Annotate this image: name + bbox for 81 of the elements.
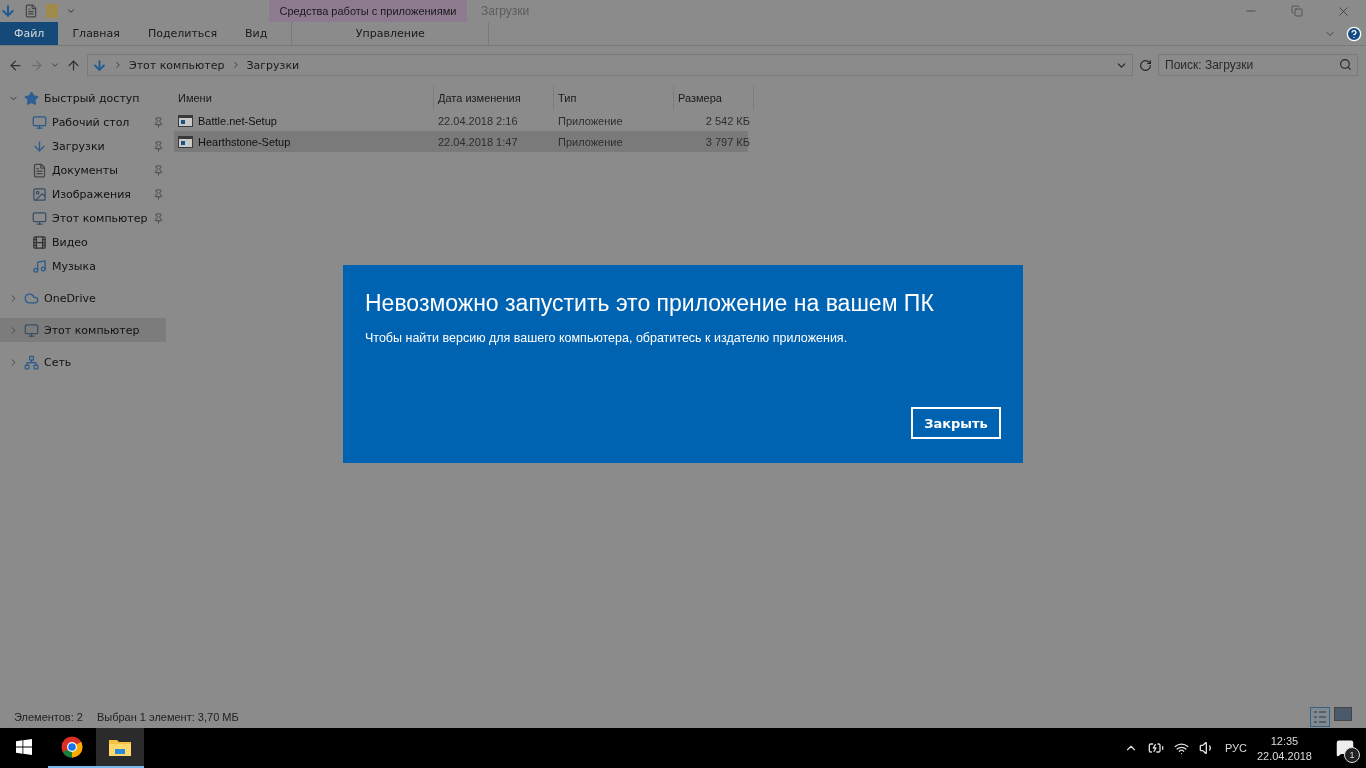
properties-icon[interactable]	[24, 4, 38, 18]
item-count: Элементов: 2	[14, 711, 83, 723]
nav-item[interactable]: Загрузки	[0, 134, 166, 158]
table-cell-text: 22.04.2018 2:16	[437, 113, 519, 129]
restore-icon[interactable]	[1291, 5, 1303, 17]
forward-icon[interactable]	[29, 57, 44, 73]
language-indicator[interactable]: РУС	[1224, 742, 1247, 754]
document-icon	[32, 162, 47, 178]
pin-icon	[153, 188, 164, 200]
column-header[interactable]: Дата изменения	[434, 86, 554, 110]
network-icon	[24, 354, 39, 370]
nav-item[interactable]: Документы	[0, 158, 166, 182]
download-icon	[32, 138, 47, 154]
file-name: Hearthstone-Setup	[198, 135, 291, 148]
file-tab[interactable]: Файл	[0, 22, 59, 45]
image-icon	[32, 186, 47, 202]
up-icon[interactable]	[66, 57, 81, 73]
download-icon	[92, 57, 107, 73]
selection-info: Выбран 1 элемент: 3,70 МБ	[96, 711, 239, 723]
context-group-label: Средства работы с приложениями	[279, 5, 457, 17]
browser-icon	[61, 736, 83, 758]
table-cell-text: 2 542 КБ	[704, 113, 751, 129]
file-row[interactable]: Hearthstone-Setup 22.04.2018 1:47 Приложение 3 797 КБ	[174, 131, 748, 152]
file-name: Battle.net-Setup	[198, 114, 277, 127]
monitor-icon	[24, 322, 39, 338]
pin-icon	[153, 140, 164, 152]
back-icon[interactable]	[8, 57, 23, 73]
breadcrumb[interactable]: Этот компьютер	[129, 58, 225, 72]
application-icon	[178, 135, 193, 148]
nav-item[interactable]: Быстрый доступ	[0, 86, 166, 110]
nav-item[interactable]: Рабочий стол	[0, 110, 166, 134]
ribbon-tab[interactable]: Поделиться	[133, 22, 232, 45]
monitor-icon	[32, 114, 47, 130]
nav-item[interactable]: Видео	[0, 230, 166, 254]
refresh-icon[interactable]	[1139, 58, 1152, 72]
ribbon-tab[interactable]: Главная	[58, 22, 134, 45]
application-icon	[178, 114, 193, 127]
nav-item[interactable]: Этот компьютер	[0, 318, 166, 342]
film-icon	[32, 234, 47, 250]
table-cell-text: Приложение	[557, 113, 624, 129]
taskbar-app[interactable]	[96, 728, 144, 768]
nav-item[interactable]: Музыка	[0, 254, 166, 278]
recent-locations-icon[interactable]	[50, 60, 60, 70]
address-field[interactable]: Этот компьютер Загрузки	[87, 54, 1133, 76]
column-header[interactable]: Тип	[554, 86, 674, 110]
breadcrumb[interactable]: Загрузки	[246, 58, 300, 72]
notification-count: 1	[1344, 747, 1360, 763]
column-header[interactable]: Имени	[174, 86, 434, 110]
nav-item[interactable]: Изображения	[0, 182, 166, 206]
close-dialog-button[interactable]: Закрыть	[911, 407, 1001, 439]
customize-toolbar-icon[interactable]	[66, 6, 76, 16]
star-icon	[24, 90, 39, 106]
pin-icon	[153, 116, 164, 128]
monitor-icon	[32, 210, 47, 226]
wifi-icon[interactable]	[1173, 740, 1189, 756]
start-icon[interactable]	[16, 739, 32, 755]
search-field[interactable]: Поиск: Загрузки	[1158, 54, 1358, 76]
battery-icon[interactable]	[1147, 740, 1164, 756]
search-icon[interactable]	[1339, 58, 1352, 71]
nav-item[interactable]: Сеть	[0, 350, 166, 374]
table-cell-text: 3 797 КБ	[704, 134, 751, 150]
large-icons-view-icon[interactable]	[1334, 707, 1352, 721]
cloud-icon	[24, 290, 39, 306]
help-icon[interactable]	[1346, 25, 1362, 42]
context-tab[interactable]: Управление	[291, 22, 490, 45]
pin-icon	[153, 164, 164, 176]
pin-icon	[153, 212, 164, 224]
file-row[interactable]: Battle.net-Setup 22.04.2018 2:16 Приложение 2 542 КБ	[174, 110, 748, 131]
table-cell-text: Приложение	[557, 134, 624, 150]
nav-item[interactable]: OneDrive	[0, 286, 166, 310]
music-note-icon	[32, 258, 47, 274]
table-cell-text: 22.04.2018 1:47	[437, 134, 519, 150]
dialog-message: Чтобы найти версию для вашего компьютера, обратитесь к издателю приложения.	[365, 331, 849, 345]
clock[interactable]: 12:35 22.04.2018	[1256, 734, 1312, 762]
dialog-title: Невозможно запустить это приложение на вашем ПК	[365, 289, 935, 318]
separator-icon[interactable]	[113, 60, 123, 70]
ribbon-tab[interactable]: Вид	[231, 22, 282, 45]
download-icon	[0, 3, 16, 19]
details-view-icon[interactable]	[1310, 707, 1330, 727]
nav-item[interactable]: Этот компьютер	[0, 206, 166, 230]
column-header[interactable]: Размера	[674, 86, 754, 110]
